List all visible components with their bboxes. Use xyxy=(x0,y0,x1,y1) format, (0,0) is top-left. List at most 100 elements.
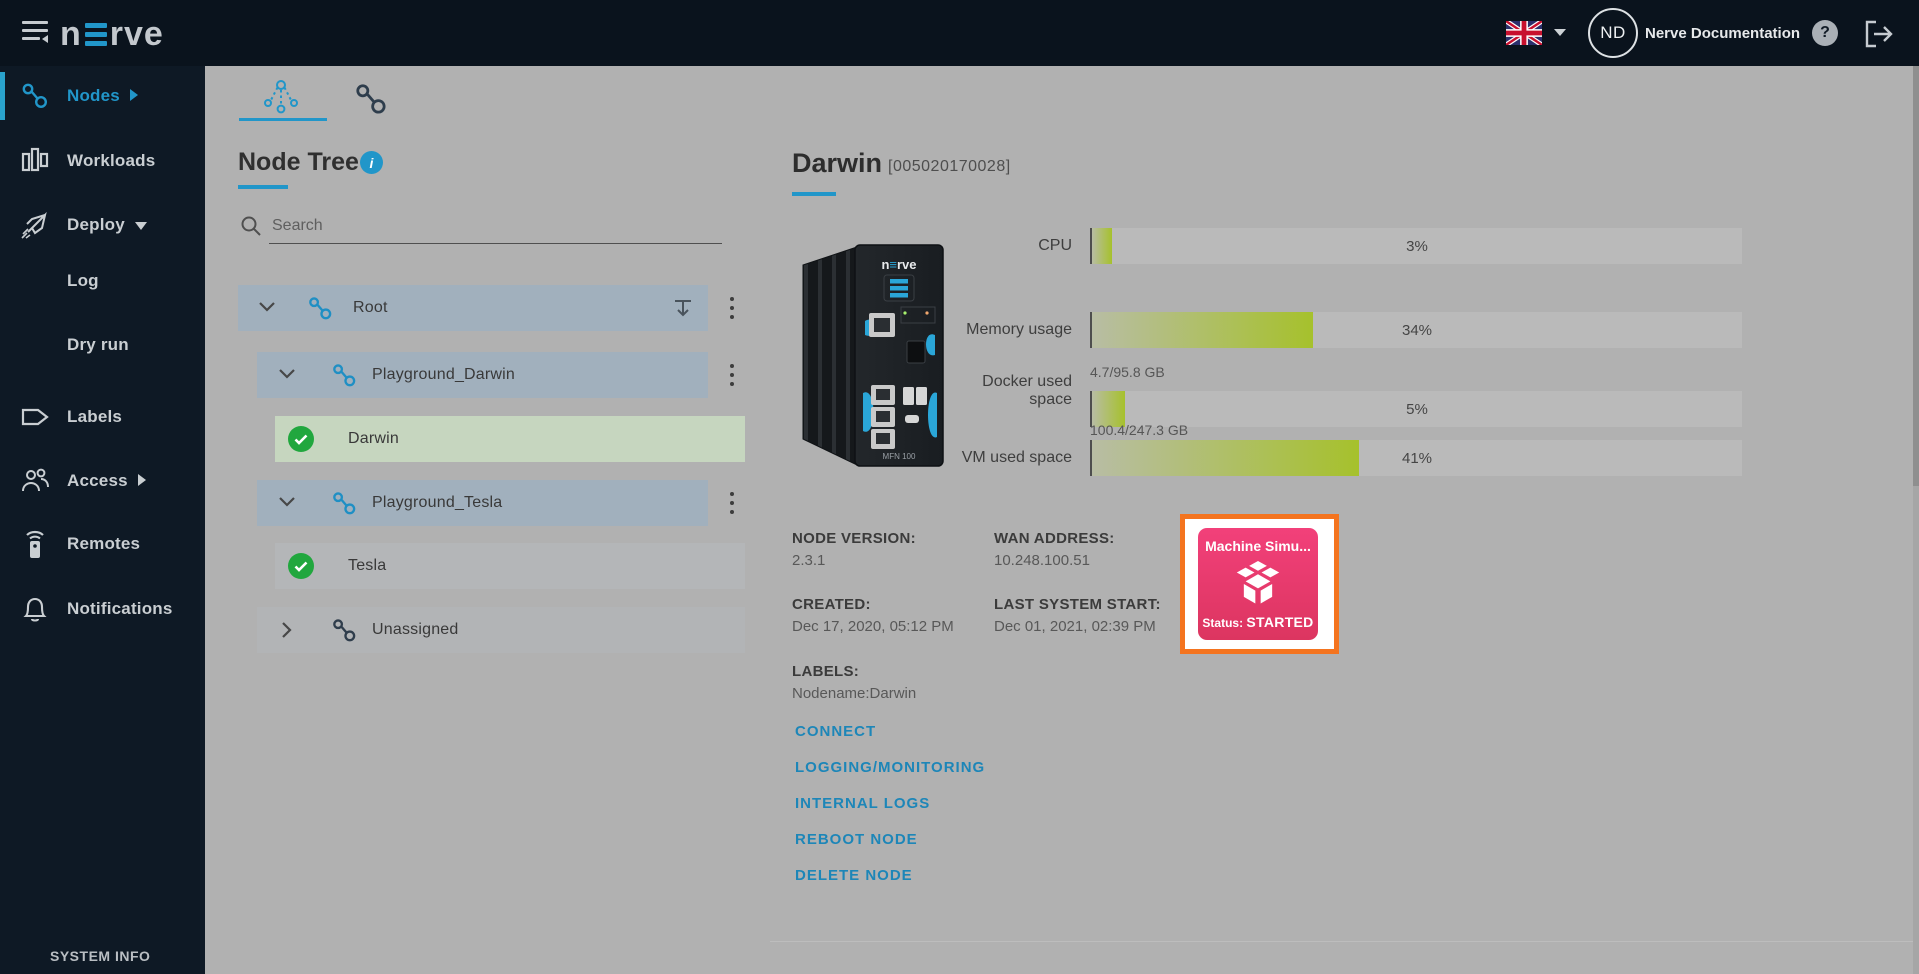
sidebar-item-label: Access xyxy=(67,471,146,491)
chevron-down-icon xyxy=(134,222,147,230)
info-icon[interactable]: i xyxy=(360,151,383,174)
internal-logs-link[interactable]: INTERNAL LOGS xyxy=(795,795,930,812)
access-users-icon xyxy=(20,466,50,496)
chevron-down-icon[interactable] xyxy=(278,496,296,508)
chevron-down-icon[interactable] xyxy=(278,368,296,380)
logo-ebars-icon xyxy=(84,22,107,48)
sidebar-item-log[interactable]: Log xyxy=(0,259,205,303)
sidebar-item-label: Log xyxy=(67,271,99,290)
scrollbar-thumb[interactable] xyxy=(1913,66,1919,486)
sidebar-item-dry-run[interactable]: Dry run xyxy=(0,323,205,367)
tree-row-unassigned[interactable]: Unassigned xyxy=(257,607,745,653)
vm-gauge: 41% xyxy=(1090,440,1742,476)
node-tree-title: Node Tree xyxy=(238,148,359,176)
tree-folder-icon xyxy=(333,364,356,387)
field-label-node-version: NODE VERSION: xyxy=(792,530,916,547)
details-panel-divider xyxy=(770,941,1913,942)
tree-row-label: Playground_Darwin xyxy=(372,366,516,383)
sidebar-item-nodes[interactable]: Nodes xyxy=(0,72,205,120)
row-menu-kebab-icon[interactable] xyxy=(723,362,741,388)
language-flag-icon[interactable] xyxy=(1504,19,1544,47)
search-input[interactable] xyxy=(270,210,724,242)
vertical-scrollbar[interactable] xyxy=(1913,66,1919,974)
row-menu-kebab-icon[interactable] xyxy=(723,490,741,516)
tree-row-root[interactable]: Root xyxy=(238,285,708,331)
node-details-title: Darwin xyxy=(792,148,883,178)
field-label-labels: LABELS: xyxy=(792,663,860,680)
collapse-all-icon[interactable] xyxy=(672,298,694,318)
delete-node-link[interactable]: DELETE NODE xyxy=(795,867,913,884)
sidebar-item-access[interactable]: Access xyxy=(0,459,205,503)
cpu-gauge-value: 3% xyxy=(1406,237,1428,255)
logging-monitoring-link[interactable]: LOGGING/MONITORING xyxy=(795,759,985,776)
field-label-last-system-start: LAST SYSTEM START: xyxy=(994,596,1161,613)
sidebar-item-label: Deploy xyxy=(67,215,147,235)
tree-folder-icon xyxy=(333,492,356,515)
sidebar-item-notifications[interactable]: Notifications xyxy=(0,587,205,631)
language-dropdown-caret-icon[interactable] xyxy=(1554,29,1566,36)
field-label-wan-address: WAN ADDRESS: xyxy=(994,530,1115,547)
field-value-labels: Nodename:Darwin xyxy=(792,685,917,702)
workload-status: Status: STARTED xyxy=(1202,614,1314,630)
tree-folder-icon xyxy=(333,619,356,642)
top-bar: n rve ND Nerve Documentation ? xyxy=(0,0,1919,66)
sidebar-item-label: Nodes xyxy=(67,86,138,106)
node-serial: [005020170028] xyxy=(888,158,1011,175)
sidebar-item-workloads[interactable]: Workloads xyxy=(0,139,205,183)
sidebar-item-label: Remotes xyxy=(67,534,141,553)
chevron-down-icon[interactable] xyxy=(258,301,276,313)
memory-gauge-value: 34% xyxy=(1401,321,1433,339)
device-photo: n≡rve MFN 100 xyxy=(795,243,950,469)
sidebar-item-label: Dry run xyxy=(67,335,129,354)
vm-gauge-value: 41% xyxy=(1401,449,1433,467)
workload-tile-machine-simulation[interactable]: Machine Simu... Status: STARTED xyxy=(1198,528,1318,640)
docker-usage-text: 4.7/95.8 GB xyxy=(1090,364,1165,380)
gauge-label-docker: Docker used space xyxy=(982,373,1072,408)
search-underline xyxy=(269,243,722,244)
avatar-initials: ND xyxy=(1600,23,1626,42)
menu-toggle-icon[interactable] xyxy=(20,17,54,49)
cpu-gauge: 3% xyxy=(1090,228,1742,264)
user-avatar[interactable]: ND xyxy=(1588,8,1638,58)
nerve-logo: n rve xyxy=(60,14,164,54)
node-online-check-icon xyxy=(288,426,314,452)
sidebar-item-label: Notifications xyxy=(67,599,173,618)
tab-node-list[interactable] xyxy=(352,80,390,118)
gauge-label-memory: Memory usage xyxy=(966,321,1072,338)
search-field xyxy=(240,210,724,246)
remote-control-icon xyxy=(20,529,50,559)
tree-row-playground-darwin[interactable]: Playground_Darwin xyxy=(257,352,708,398)
deploy-rocket-icon xyxy=(20,210,50,240)
workload-name: Machine Simu... xyxy=(1205,538,1311,554)
tab-node-tree[interactable] xyxy=(262,78,302,118)
node-online-check-icon xyxy=(288,553,314,579)
vm-usage-text: 100.4/247.3 GB xyxy=(1090,422,1189,438)
system-info-link[interactable]: SYSTEM INFO xyxy=(50,948,150,964)
nodes-icon xyxy=(20,81,50,111)
memory-gauge: 34% xyxy=(1090,312,1742,348)
bell-icon xyxy=(20,594,50,624)
field-value-wan-address: 10.248.100.51 xyxy=(994,552,1090,569)
chevron-right-icon xyxy=(129,89,138,101)
tree-row-playground-tesla[interactable]: Playground_Tesla xyxy=(257,480,708,526)
sidebar-item-labels[interactable]: Labels xyxy=(0,395,205,439)
sidebar-item-deploy[interactable]: Deploy xyxy=(0,203,205,247)
row-menu-kebab-icon[interactable] xyxy=(723,295,741,321)
search-icon xyxy=(241,216,261,236)
sidebar: Nodes Workloads Deploy Log Dry run Label… xyxy=(0,66,205,974)
tree-row-tesla[interactable]: Tesla xyxy=(275,543,745,589)
connect-link[interactable]: CONNECT xyxy=(795,723,876,740)
help-button[interactable]: ? xyxy=(1812,20,1838,46)
chevron-right-icon[interactable] xyxy=(281,621,293,639)
user-name: Nerve Documentation xyxy=(1645,25,1801,42)
gauge-label-vm: VM used space xyxy=(961,449,1072,466)
active-indicator xyxy=(0,72,5,120)
logo-text-left: n xyxy=(60,14,82,53)
workload-cube-icon xyxy=(1236,561,1280,604)
tree-row-darwin[interactable]: Darwin xyxy=(275,416,745,462)
reboot-node-link[interactable]: REBOOT NODE xyxy=(795,831,918,848)
logout-icon[interactable] xyxy=(1862,18,1894,50)
sidebar-item-remotes[interactable]: Remotes xyxy=(0,522,205,566)
field-value-created: Dec 17, 2020, 05:12 PM xyxy=(792,618,954,635)
help-glyph: ? xyxy=(1820,24,1830,41)
